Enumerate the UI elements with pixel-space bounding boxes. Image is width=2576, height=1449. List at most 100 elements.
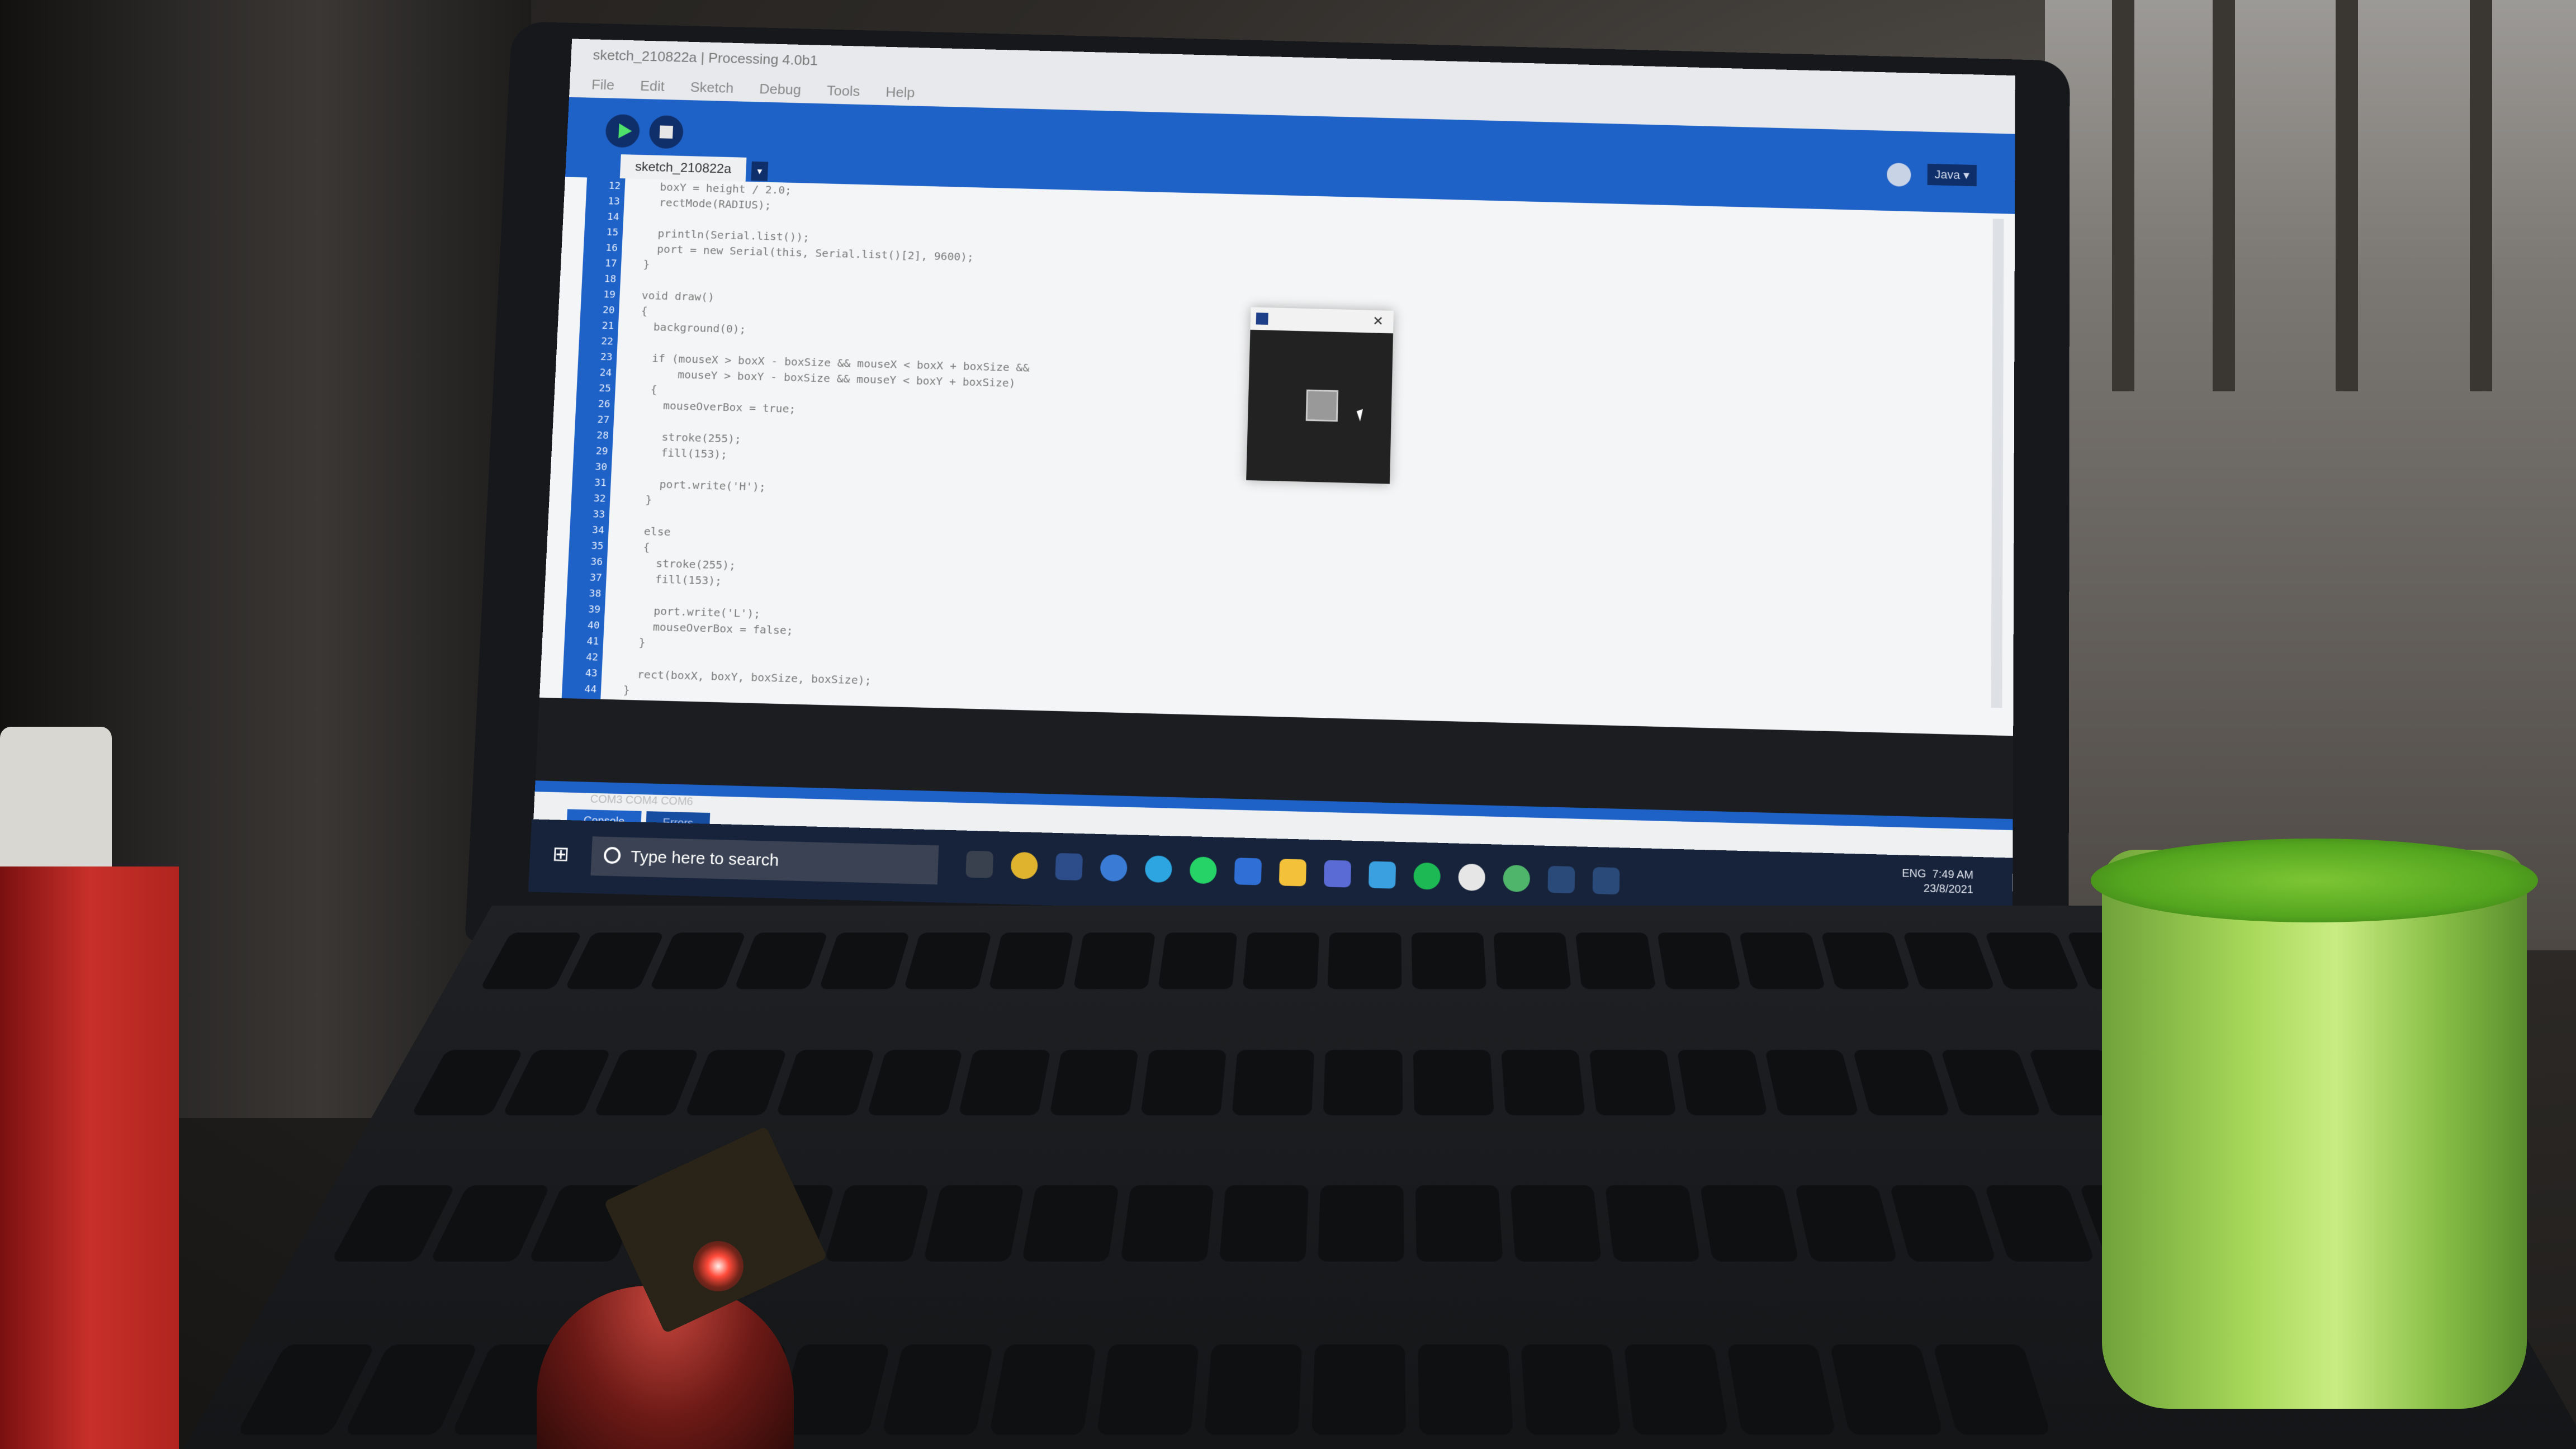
- keyboard-key: [1232, 1049, 1315, 1115]
- windows-start-icon[interactable]: ⊞: [552, 842, 575, 865]
- tab-menu-button[interactable]: ▾: [751, 161, 769, 181]
- line-number: 13: [608, 195, 621, 207]
- whatsapp-icon[interactable]: [1189, 856, 1218, 884]
- keyboard-key: [1821, 932, 1911, 989]
- line-number: 36: [590, 556, 603, 568]
- menu-file[interactable]: File: [591, 77, 615, 93]
- file-explorer-icon[interactable]: [1278, 859, 1307, 887]
- keyboard-key: [1726, 1344, 1836, 1434]
- app-icon[interactable]: [1368, 861, 1396, 889]
- photo-scene: sketch_210822a | Processing 4.0b1 File E…: [0, 0, 2576, 1449]
- menu-tools[interactable]: Tools: [826, 82, 860, 99]
- system-tray[interactable]: ENG 7:49 AM 23/8/2021: [1902, 866, 1973, 897]
- keyboard-key: [1940, 1049, 2042, 1115]
- keyboard-key: [988, 932, 1074, 989]
- keyboard-key: [1413, 1049, 1494, 1115]
- keyboard-key: [1657, 932, 1741, 989]
- taskbar-search[interactable]: Type here to search: [590, 836, 939, 885]
- debugger-icon[interactable]: [1887, 162, 1911, 187]
- chrome-icon[interactable]: [1010, 851, 1039, 879]
- keyboard-key: [1049, 1049, 1139, 1115]
- line-number: 33: [593, 508, 605, 520]
- menu-edit[interactable]: Edit: [640, 78, 665, 94]
- keyboard-key: [1219, 1185, 1309, 1262]
- keyboard-key: [684, 1049, 788, 1115]
- laptop-screen: sketch_210822a | Processing 4.0b1 File E…: [532, 39, 2015, 892]
- keyboard-key: [1158, 932, 1238, 989]
- red-box: [0, 866, 179, 1449]
- line-number: 44: [584, 683, 597, 695]
- processing-icon: [1256, 312, 1268, 325]
- mode-selector[interactable]: Java ▾: [1927, 163, 1977, 187]
- green-mug-lid: [2091, 839, 2538, 922]
- keyboard-key: [866, 1049, 963, 1115]
- line-number: 21: [602, 320, 614, 332]
- line-number: 23: [600, 351, 613, 363]
- sketch-tab[interactable]: sketch_210822a: [619, 154, 747, 182]
- keyboard-key: [1575, 932, 1656, 989]
- keyboard-key: [1021, 1185, 1119, 1262]
- line-number: 38: [589, 588, 602, 600]
- vertical-scrollbar[interactable]: [1991, 219, 2004, 708]
- keyboard-key: [1984, 1185, 2095, 1262]
- app-icon[interactable]: [1100, 854, 1128, 882]
- keyboard-key: [1327, 932, 1402, 989]
- keyboard-key: [480, 932, 583, 989]
- menu-sketch[interactable]: Sketch: [690, 79, 734, 96]
- line-number: 27: [597, 414, 610, 426]
- stop-button[interactable]: [648, 115, 684, 149]
- app-icon[interactable]: [1503, 864, 1531, 893]
- line-number: 43: [585, 667, 598, 680]
- sketch-window[interactable]: ✕: [1246, 307, 1394, 484]
- line-number: 12: [608, 180, 621, 192]
- keyboard-key: [775, 1049, 875, 1115]
- processing-icon[interactable]: [1592, 866, 1620, 895]
- clock-time[interactable]: 7:49 AM: [1933, 868, 1974, 882]
- language-indicator[interactable]: ENG: [1902, 867, 1926, 880]
- line-number-gutter: 12 13 14 15 16 17 18 19 20 21 22 23 24 25 26 27 28 29 30 31…: [561, 177, 626, 711]
- line-number: 26: [598, 398, 610, 410]
- keyboard-key: [824, 1185, 930, 1262]
- line-number: 28: [596, 429, 609, 442]
- line-number: 42: [585, 651, 599, 664]
- keyboard-key: [734, 932, 828, 989]
- keyboard-key: [1902, 932, 1995, 989]
- menu-help[interactable]: Help: [886, 84, 915, 101]
- teams-icon[interactable]: [1323, 860, 1352, 888]
- line-number: 25: [598, 382, 612, 395]
- task-view-icon[interactable]: [965, 850, 994, 878]
- keyboard-key: [1699, 1185, 1800, 1262]
- telegram-icon[interactable]: [1144, 855, 1173, 883]
- app-icon[interactable]: [1234, 858, 1262, 886]
- window-title: sketch_210822a | Processing 4.0b1: [593, 46, 818, 69]
- spotify-icon[interactable]: [1413, 862, 1441, 890]
- run-button[interactable]: [605, 113, 641, 148]
- keyboard-key: [881, 1344, 993, 1434]
- line-number: 18: [604, 273, 617, 285]
- keyboard-key: [1073, 932, 1156, 989]
- github-icon[interactable]: [1458, 863, 1486, 891]
- keyboard-key: [1510, 1185, 1602, 1262]
- keyboard-key: [1739, 932, 1826, 989]
- clock-date[interactable]: 23/8/2021: [1902, 880, 1973, 897]
- close-icon[interactable]: ✕: [1372, 314, 1384, 329]
- keyboard-key: [989, 1344, 1096, 1434]
- line-number: 40: [587, 619, 600, 632]
- keyboard-key: [1311, 1344, 1406, 1434]
- line-number: 29: [595, 445, 608, 457]
- app-icon[interactable]: [1055, 853, 1083, 881]
- keyboard-key: [1604, 1185, 1701, 1262]
- keyboard-key: [593, 1049, 699, 1115]
- menu-debug[interactable]: Debug: [759, 80, 802, 97]
- line-number: 16: [605, 242, 618, 254]
- line-number: 30: [595, 461, 608, 473]
- keyboard-key: [1501, 1049, 1585, 1115]
- keyboard-key: [1493, 932, 1571, 989]
- processing-icon[interactable]: [1547, 865, 1575, 894]
- keyboard-key: [1677, 1049, 1768, 1115]
- hover-box[interactable]: [1305, 389, 1339, 422]
- keyboard-key: [1411, 932, 1487, 989]
- search-placeholder: Type here to search: [630, 847, 779, 870]
- keyboard-key: [958, 1049, 1051, 1115]
- keyboard-key: [1794, 1185, 1898, 1262]
